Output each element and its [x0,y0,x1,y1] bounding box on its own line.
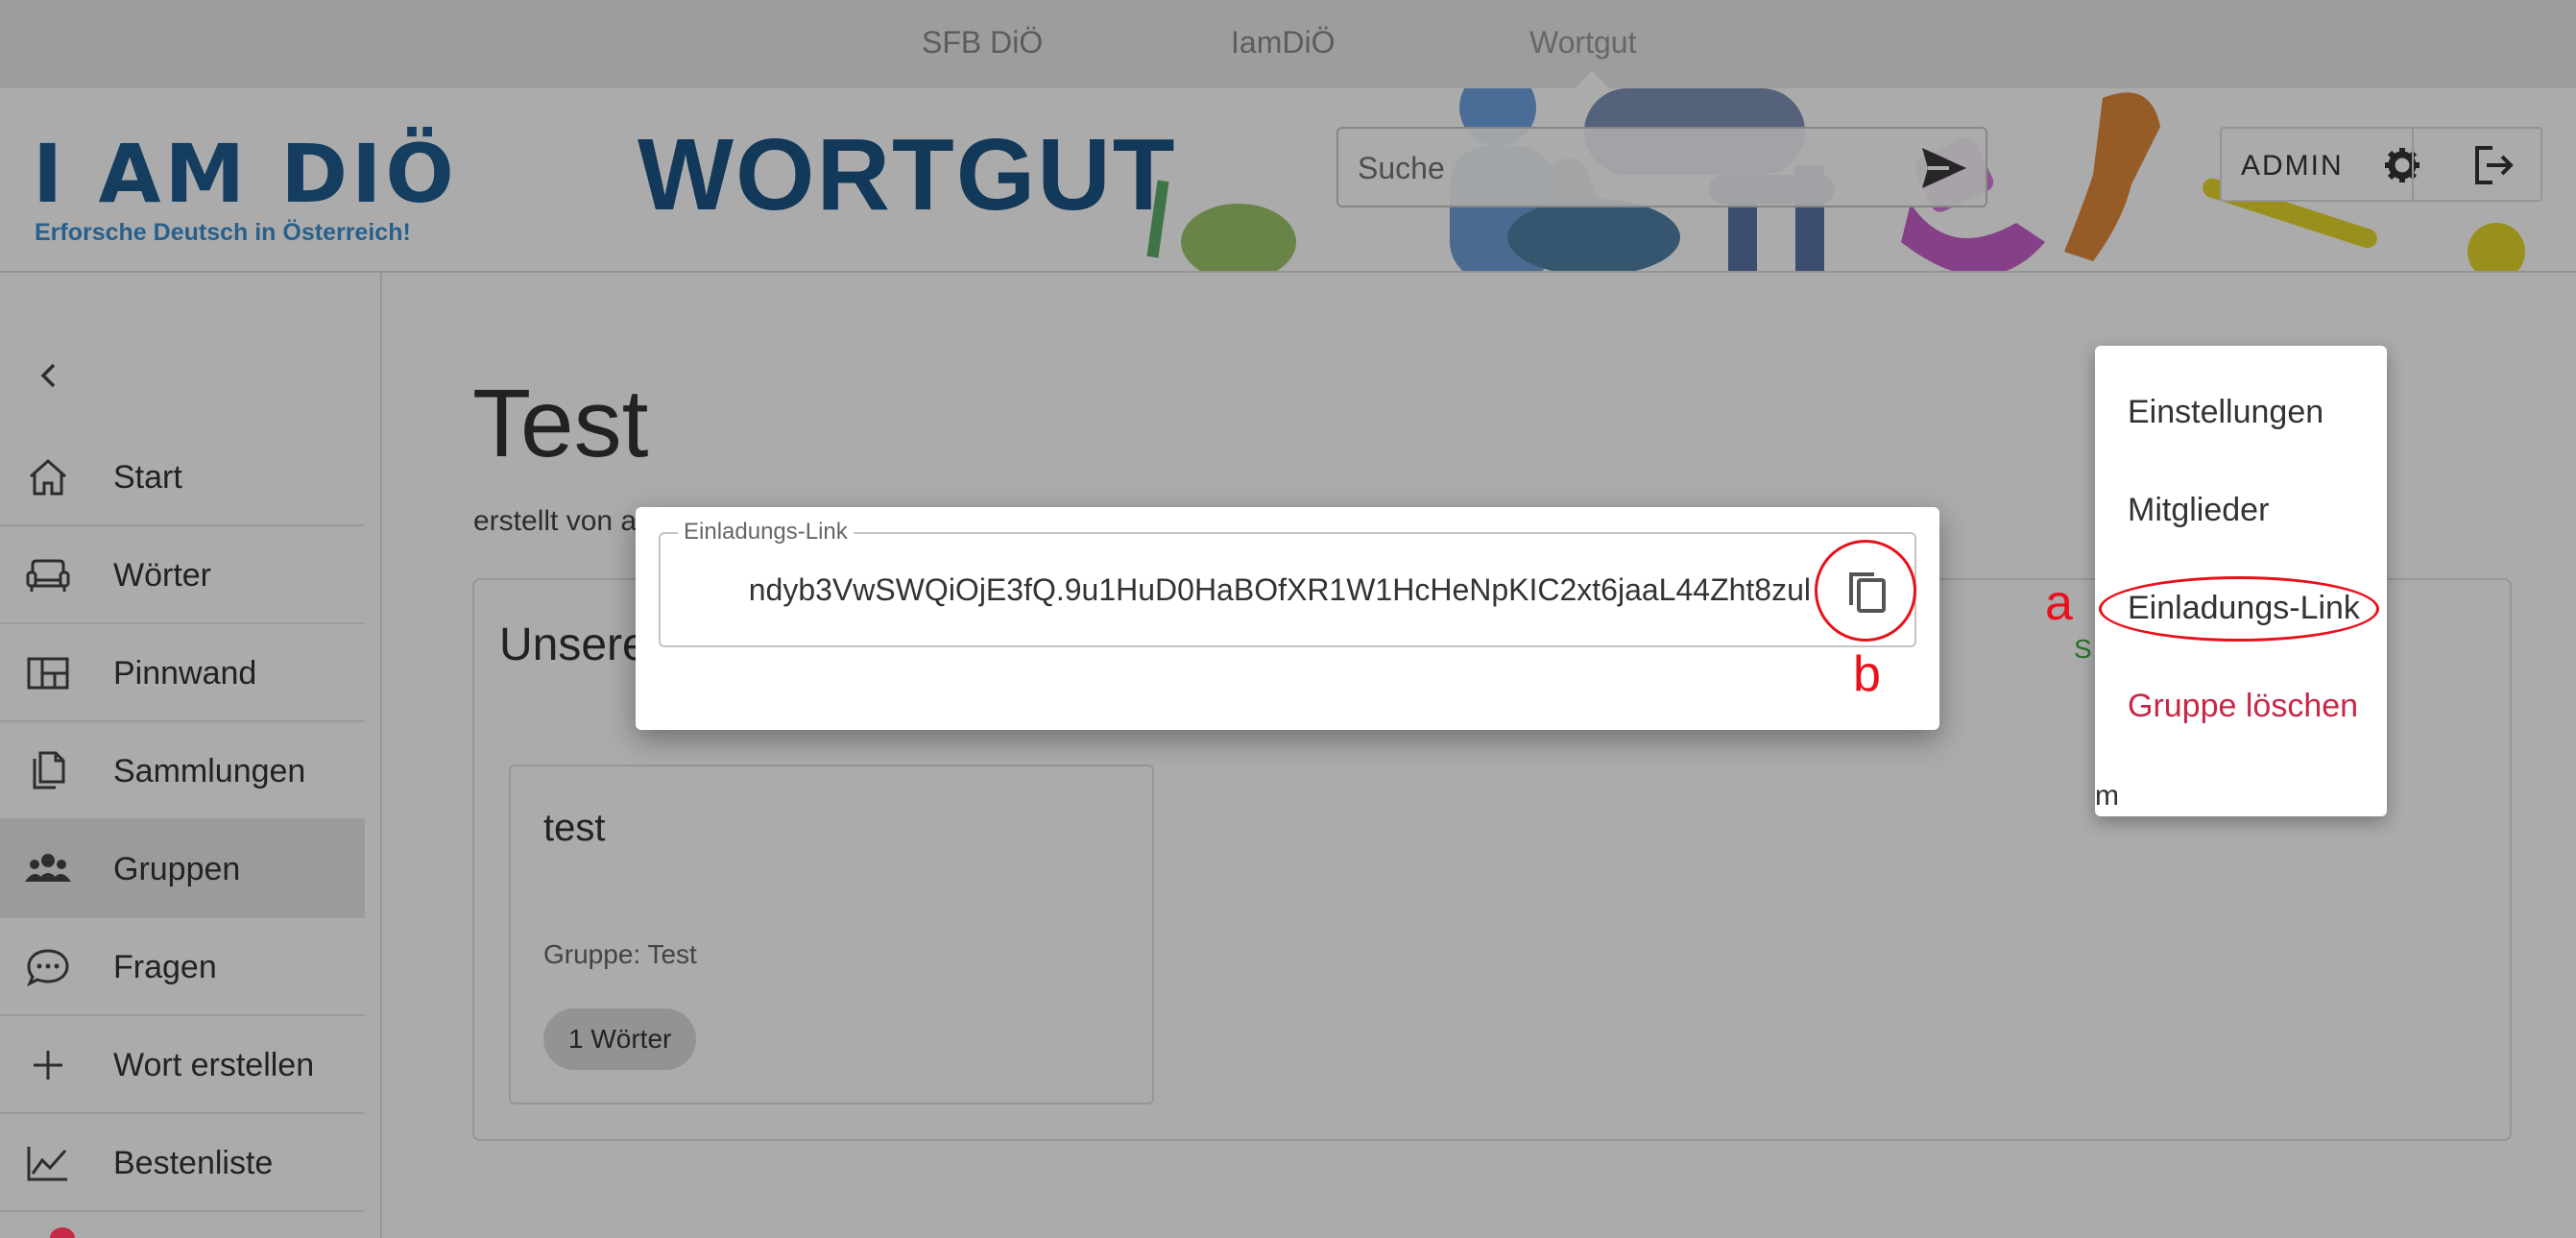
annotation-ring-a [2099,576,2379,642]
invite-link-value: ndyb3VwSWQiOjE3fQ.9u1HuD0HaBOfXR1W1HcHeN… [748,572,1811,607]
menu-item-mitglieder[interactable]: Mitglieder [2128,492,2269,529]
invite-link-label: Einladungs-Link [678,519,854,546]
invite-link-input[interactable]: ndyb3VwSWQiOjE3fQ.9u1HuD0HaBOfXR1W1HcHeN… [684,572,1811,608]
menu-item-gruppe-loeschen[interactable]: Gruppe löschen [2128,688,2358,725]
annotation-ring-b [1815,540,1916,642]
invite-link-field: Einladungs-Link ndyb3VwSWQiOjE3fQ.9u1HuD… [659,519,1916,647]
menu-item-einstellungen[interactable]: Einstellungen [2128,394,2323,431]
menu-overflow-text: m [2095,780,2119,812]
annotation-label-b: b [1853,646,1881,702]
invite-link-dialog: Einladungs-Link ndyb3VwSWQiOjE3fQ.9u1HuD… [636,507,1939,730]
annotation-label-a: a [2045,575,2073,631]
